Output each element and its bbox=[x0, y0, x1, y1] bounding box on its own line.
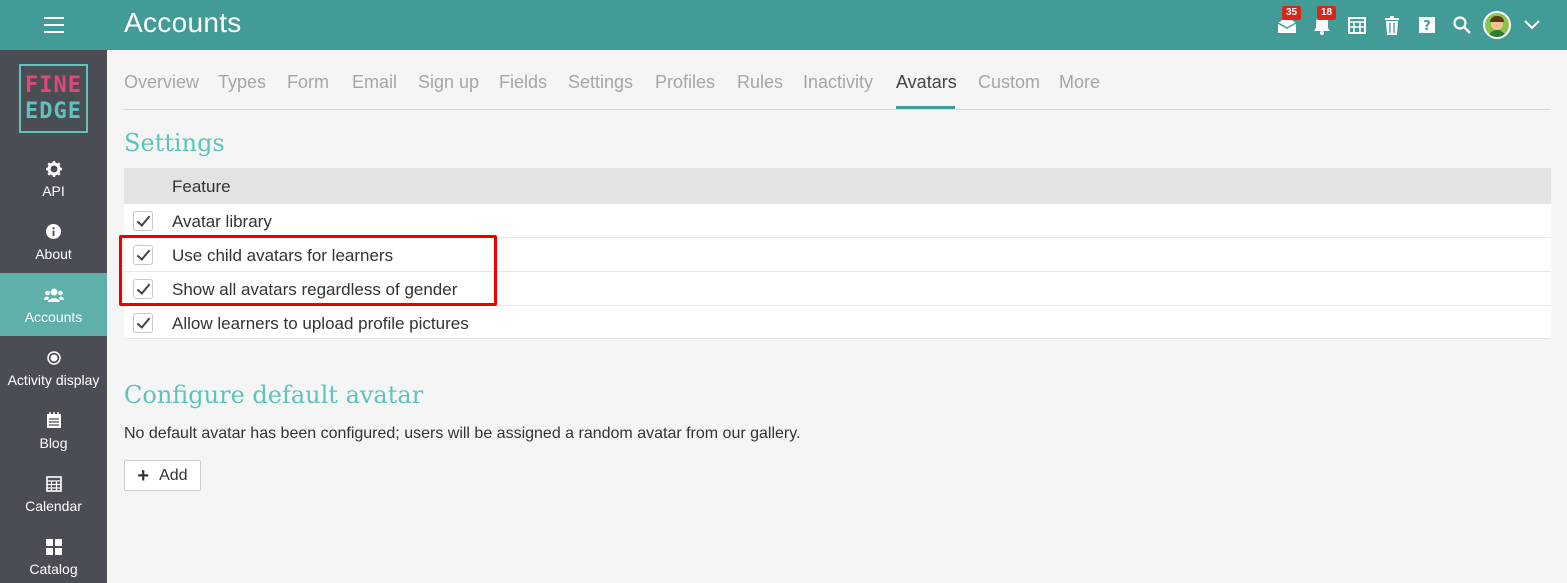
tab-profiles[interactable]: Profiles bbox=[655, 72, 715, 93]
dot-icon bbox=[46, 348, 61, 368]
trash-icon[interactable] bbox=[1374, 0, 1409, 50]
sidebar-item-catalog[interactable]: Catalog bbox=[0, 525, 107, 583]
sidebar-item-label: Catalog bbox=[29, 560, 78, 577]
all-avatars-checkbox[interactable] bbox=[133, 279, 153, 299]
add-button-label: Add bbox=[159, 466, 188, 484]
tab-inactivity[interactable]: Inactivity bbox=[803, 72, 873, 93]
notifications-icon[interactable]: 18 bbox=[1304, 0, 1339, 50]
blog-icon bbox=[46, 411, 62, 431]
notifications-badge: 18 bbox=[1317, 6, 1337, 20]
avatar-library-checkbox[interactable] bbox=[133, 211, 153, 231]
tab-overview[interactable]: Overview bbox=[124, 72, 199, 93]
info-icon bbox=[46, 222, 61, 242]
default-avatar-title: Configure default avatar bbox=[124, 381, 424, 409]
chevron-down-icon[interactable] bbox=[1514, 0, 1549, 50]
grid-icon bbox=[45, 537, 62, 557]
sidebar-item-label: Activity display bbox=[7, 371, 100, 388]
sidebar-item-label: Accounts bbox=[24, 308, 83, 325]
sidebar-item-calendar[interactable]: Calendar bbox=[0, 462, 107, 525]
table-row: Allow learners to upload profile picture… bbox=[124, 305, 1551, 339]
fineedge-logo[interactable]: FINE EDGE bbox=[19, 64, 88, 133]
hamburger-icon[interactable] bbox=[0, 0, 107, 50]
feature-label: Allow learners to upload profile picture… bbox=[172, 314, 469, 333]
plus-icon: + bbox=[137, 464, 150, 487]
top-icons: 35 18 ? bbox=[1269, 0, 1549, 50]
feature-label: Use child avatars for learners bbox=[172, 246, 394, 265]
upload-pictures-checkbox[interactable] bbox=[133, 313, 153, 333]
calendar-icon[interactable] bbox=[1339, 0, 1374, 50]
table-row: Avatar library bbox=[124, 203, 1551, 237]
tab-bar: Overview Types Form Email Sign up Fields… bbox=[124, 58, 1551, 110]
feature-label: Show all avatars regardless of gender bbox=[172, 280, 458, 299]
sidebar-item-label: About bbox=[35, 245, 72, 262]
child-avatars-checkbox[interactable] bbox=[133, 245, 153, 265]
sidebar-item-blog[interactable]: Blog bbox=[0, 399, 107, 462]
users-icon bbox=[43, 285, 64, 305]
sidebar-item-label: Calendar bbox=[25, 497, 82, 514]
tab-sign-up[interactable]: Sign up bbox=[418, 72, 479, 93]
sidebar-item-label: API bbox=[42, 182, 65, 199]
svg-text:?: ? bbox=[1423, 19, 1431, 34]
sidebar: FINE EDGE API About Accounts Activity di… bbox=[0, 50, 107, 583]
tab-more[interactable]: More bbox=[1059, 72, 1100, 93]
sidebar-item-activity-display[interactable]: Activity display bbox=[0, 336, 107, 399]
tab-settings[interactable]: Settings bbox=[568, 72, 633, 93]
feature-column-header: Feature bbox=[172, 177, 231, 196]
user-avatar[interactable] bbox=[1479, 0, 1514, 50]
messages-icon[interactable]: 35 bbox=[1269, 0, 1304, 50]
search-icon[interactable] bbox=[1444, 0, 1479, 50]
default-avatar-description: No default avatar has been configured; u… bbox=[124, 425, 801, 442]
sidebar-item-about[interactable]: About bbox=[0, 210, 107, 273]
tab-avatars[interactable]: Avatars bbox=[896, 72, 957, 93]
add-avatar-button[interactable]: + Add bbox=[124, 460, 201, 491]
top-bar: Accounts 35 18 ? bbox=[0, 0, 1567, 50]
feature-label: Avatar library bbox=[172, 212, 272, 231]
help-icon[interactable]: ? bbox=[1409, 0, 1444, 50]
tab-types[interactable]: Types bbox=[218, 72, 266, 93]
table-row: Use child avatars for learners bbox=[124, 237, 1551, 271]
page-title: Accounts bbox=[124, 7, 242, 38]
gear-icon bbox=[45, 159, 62, 179]
logo-line1: FINE bbox=[25, 72, 82, 98]
tab-rules[interactable]: Rules bbox=[737, 72, 783, 93]
table-row: Show all avatars regardless of gender bbox=[124, 271, 1551, 305]
active-tab-indicator bbox=[896, 106, 955, 109]
calendar-icon bbox=[45, 474, 62, 494]
feature-table: Feature Avatar library Use child avatars… bbox=[124, 168, 1551, 339]
tab-form[interactable]: Form bbox=[287, 72, 329, 93]
sidebar-item-accounts[interactable]: Accounts bbox=[0, 273, 107, 336]
tab-email[interactable]: Email bbox=[352, 72, 397, 93]
tab-custom[interactable]: Custom bbox=[978, 72, 1040, 93]
settings-title: Settings bbox=[124, 129, 225, 157]
tab-fields[interactable]: Fields bbox=[499, 72, 547, 93]
messages-badge: 35 bbox=[1282, 6, 1302, 20]
sidebar-item-api[interactable]: API bbox=[0, 147, 107, 210]
logo-line2: EDGE bbox=[25, 98, 82, 124]
table-header: Feature bbox=[124, 168, 1551, 203]
sidebar-item-label: Blog bbox=[39, 434, 68, 451]
